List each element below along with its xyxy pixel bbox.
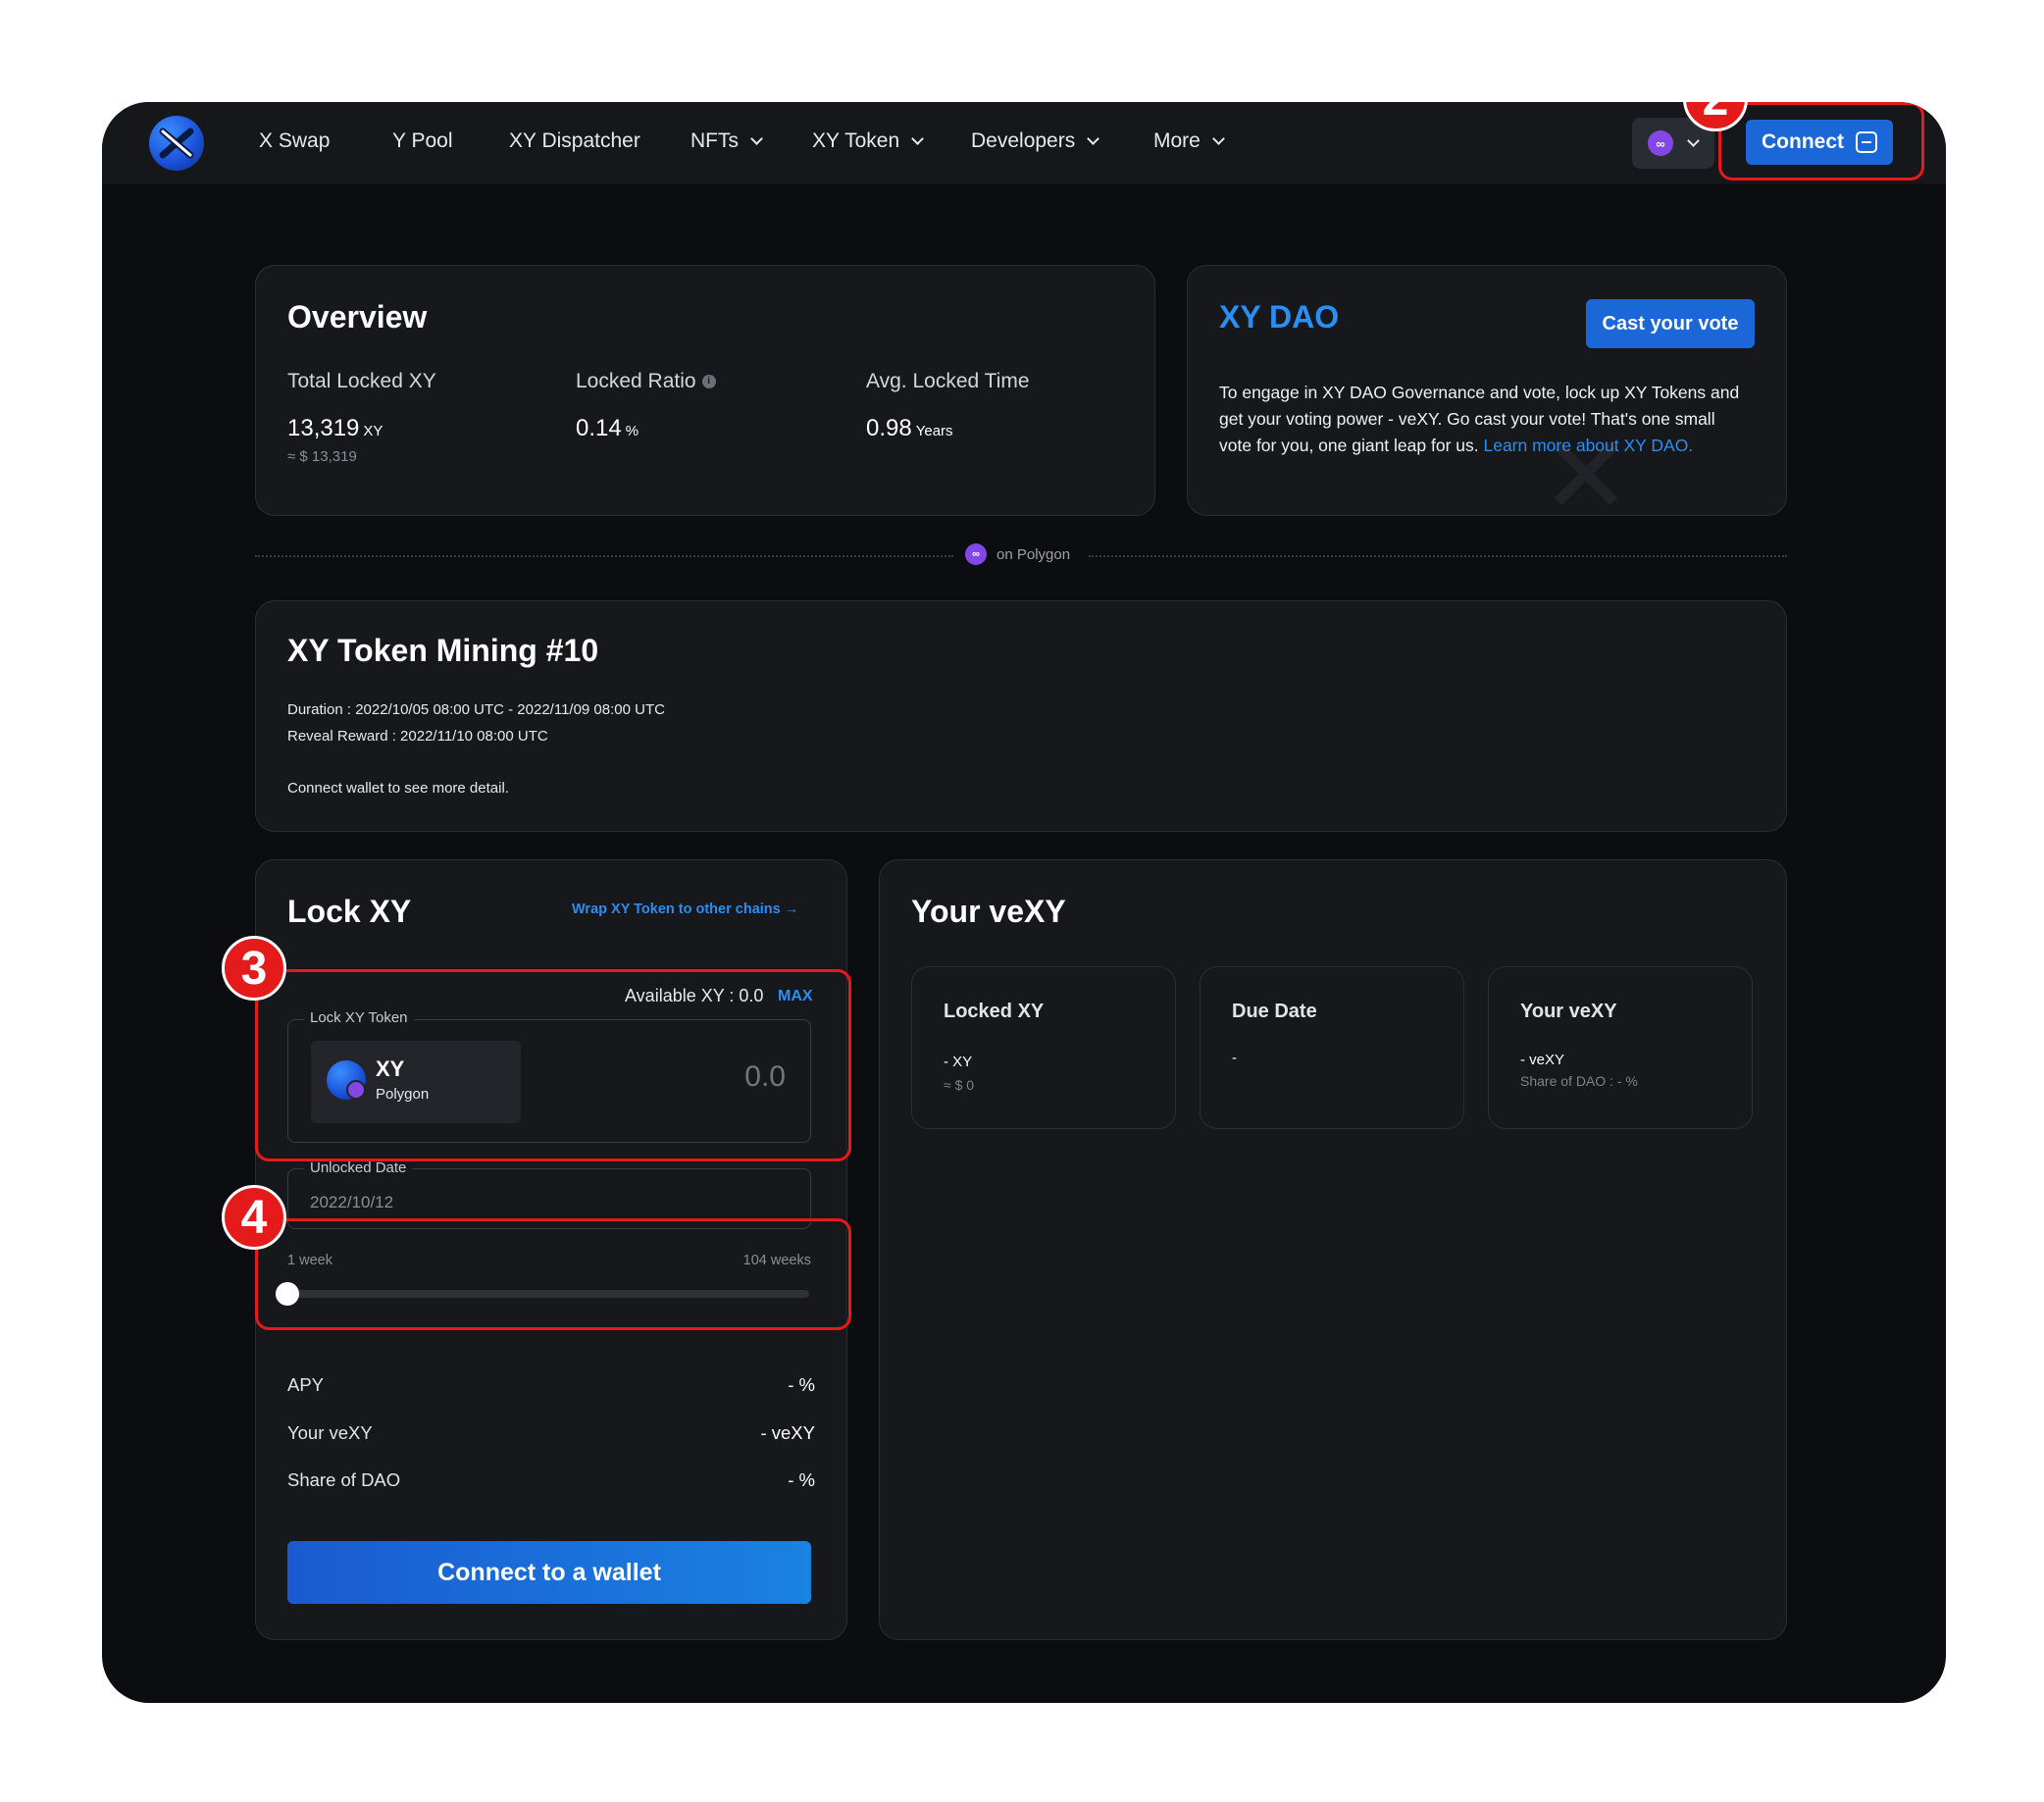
your-vexy-title: Your veXY (911, 894, 1066, 929)
total-locked-value: 13,319 XY (287, 415, 383, 441)
callout-slider-outline (255, 1218, 851, 1330)
mining-card: XY Token Mining #10 Duration : 2022/10/0… (255, 600, 1787, 832)
overview-card: Overview Total Locked XY 13,319 XY ≈ $ 13… (255, 265, 1155, 516)
learn-more-dao-link[interactable]: Learn more about XY DAO. (1483, 436, 1693, 455)
nav-nfts[interactable]: NFTs (690, 129, 763, 153)
divider-left (255, 555, 953, 557)
app-window: X Swap Y Pool XY Dispatcher NFTs XY Toke… (102, 102, 1946, 1703)
lock-title: Lock XY (287, 894, 412, 929)
mining-connect-hint: Connect wallet to see more detail. (287, 780, 509, 797)
nav-more[interactable]: More (1153, 129, 1225, 153)
due-date-title: Due Date (1232, 1001, 1317, 1022)
your-vexy-box-title: Your veXY (1520, 1001, 1617, 1022)
chevron-down-icon (911, 132, 925, 145)
callout-badge-3: 3 (222, 936, 286, 1001)
dao-title: XY DAO (1219, 299, 1340, 335)
due-date-box: Due Date - (1200, 966, 1464, 1129)
your-vexy-value: - veXY (760, 1422, 815, 1443)
locked-xy-title: Locked XY (944, 1001, 1045, 1022)
your-vexy-box-value: - veXY (1520, 1052, 1565, 1068)
callout-connect-outline (1718, 102, 1924, 180)
locked-ratio-label: Locked Ratio i (576, 370, 716, 393)
nav-developers[interactable]: Developers (971, 129, 1100, 153)
xy-dao-card: ✕ XY DAO Cast your vote To engage in XY … (1187, 265, 1787, 516)
wrap-xy-link[interactable]: Wrap XY Token to other chains → (572, 901, 798, 917)
info-icon[interactable]: i (701, 375, 716, 389)
nav-xy-token[interactable]: XY Token (812, 129, 925, 153)
unlock-date-legend: Unlocked Date (304, 1159, 413, 1176)
callout-lock-amount-outline (255, 969, 851, 1161)
network-label: on Polygon (996, 545, 1071, 563)
your-vexy-box: Your veXY - veXY Share of DAO : - % (1488, 966, 1753, 1129)
your-vexy-card: Your veXY Locked XY - XY ≈ $ 0 Due Date … (879, 859, 1787, 1640)
nav-y-pool[interactable]: Y Pool (392, 129, 453, 153)
total-locked-usd: ≈ $ 13,319 (287, 448, 357, 465)
avg-locked-time-value: 0.98 Years (866, 415, 953, 441)
polygon-icon: ∞ (1648, 130, 1673, 156)
mining-title: XY Token Mining #10 (287, 633, 599, 668)
overview-title: Overview (287, 299, 428, 335)
nav-x-swap[interactable]: X Swap (259, 129, 330, 153)
avg-locked-time-label: Avg. Locked Time (866, 370, 1030, 392)
locked-ratio-value: 0.14% (576, 415, 639, 441)
mining-duration: Duration : 2022/10/05 08:00 UTC - 2022/1… (287, 701, 665, 718)
due-date-value: - (1232, 1050, 1237, 1066)
total-locked-label: Total Locked XY (287, 370, 436, 392)
top-navbar: X Swap Y Pool XY Dispatcher NFTs XY Toke… (102, 102, 1946, 184)
your-vexy-label: Your veXY (287, 1422, 373, 1443)
mining-reveal: Reveal Reward : 2022/11/10 08:00 UTC (287, 728, 548, 745)
locked-xy-box: Locked XY - XY ≈ $ 0 (911, 966, 1176, 1129)
chevron-down-icon (750, 132, 763, 145)
dao-description: To engage in XY DAO Governance and vote,… (1219, 383, 1740, 455)
apy-label: APY (287, 1374, 325, 1395)
nav-xy-dispatcher[interactable]: XY Dispatcher (509, 129, 640, 153)
callout-badge-4: 4 (222, 1185, 286, 1250)
share-of-dao-value: - % (788, 1469, 815, 1490)
cast-vote-button[interactable]: Cast your vote (1586, 299, 1755, 348)
chevron-down-icon (1687, 134, 1700, 147)
your-vexy-share: Share of DAO : - % (1520, 1073, 1638, 1089)
connect-wallet-button[interactable]: Connect to a wallet (287, 1541, 811, 1604)
share-of-dao-label: Share of DAO (287, 1469, 401, 1490)
xy-logo-icon[interactable] (149, 116, 204, 171)
network-indicator: ∞ on Polygon (965, 543, 1070, 565)
polygon-icon: ∞ (965, 543, 987, 565)
locked-xy-value: - XY (944, 1054, 973, 1070)
chevron-down-icon (1087, 132, 1100, 145)
chevron-down-icon (1211, 132, 1225, 145)
apy-value: - % (788, 1374, 815, 1395)
locked-xy-usd: ≈ $ 0 (944, 1077, 975, 1093)
unlock-date-value: 2022/10/12 (310, 1193, 394, 1211)
divider-right (1089, 555, 1787, 557)
